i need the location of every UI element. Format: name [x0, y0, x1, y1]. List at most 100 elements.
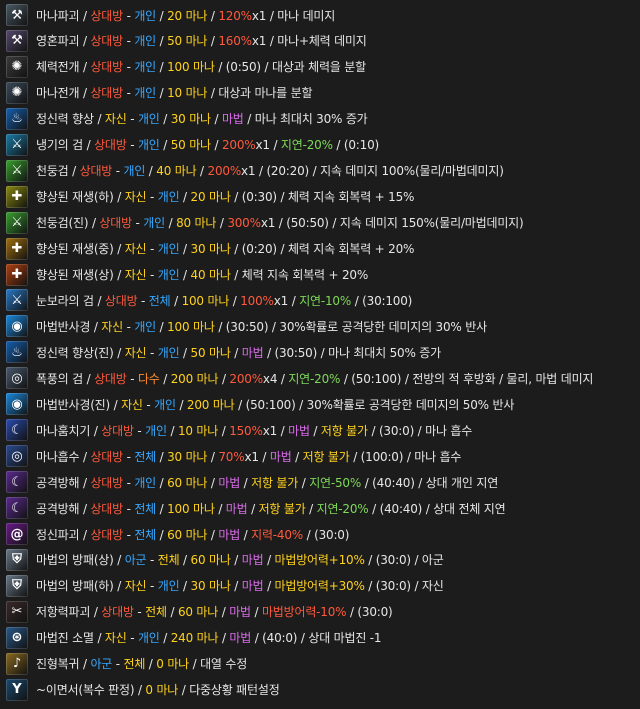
skill-row-mp-split[interactable]: ✺ 마나전개 / 상대방 - 개인 / 10 마나 / 대상과 마나를 분할: [0, 80, 640, 106]
skill-text-segment: 20 마나: [167, 8, 208, 23]
skill-row-cold-sword[interactable]: ⚔ 냉기의 검 / 상대방 - 개인 / 50 마나 / 200%x1 / 지연-…: [0, 132, 640, 158]
skill-text-segment: 마법반사경(진): [36, 397, 111, 412]
skill-row-blizzard-sword[interactable]: ⚔ 눈보라의 검 / 상대방 - 전체 / 100 마나 / 100%x1 / 지…: [0, 287, 640, 313]
skill-text-segment: 지연-20%: [280, 138, 333, 153]
skill-text-segment: /: [113, 345, 125, 360]
skill-text-segment: 200%: [221, 138, 256, 153]
skill-text-segment: /: [113, 190, 125, 205]
skill-row-storm-sword[interactable]: ◎ 폭풍의 검 / 상대방 - 다수 / 200 마나 / 200%x4 / 지연…: [0, 365, 640, 391]
skill-text-segment: x1: [241, 164, 256, 179]
skill-row-circle-dispel[interactable]: ⊛ 마법진 소멸 / 자신 - 개인 / 240 마나 / 마법 / (40:0)…: [0, 625, 640, 651]
skill-text-segment: /: [156, 8, 168, 23]
skill-text-segment: 저항 불가: [251, 475, 299, 490]
skill-text-segment: 전체: [134, 449, 157, 464]
skill-text-segment: 100 마나: [181, 293, 230, 308]
skill-text-segment: / (100:0) / 마나 흡수: [349, 449, 462, 464]
skill-text-segment: 상대방: [90, 34, 123, 49]
skill-text-segment: / (30:0) / 아군: [364, 553, 444, 568]
skill-row-hp-split[interactable]: ✺ 체력전개 / 상대방 - 개인 / 100 마나 / (0:50) / 대상과…: [0, 54, 640, 80]
skill-text-segment: /: [207, 449, 219, 464]
skill-text-segment: /: [156, 34, 168, 49]
skill-text-segment: 정신파괴: [36, 527, 80, 542]
skill-text-segment: -: [131, 216, 144, 231]
skill-text-segment: /: [79, 86, 91, 101]
skill-text-segment: /: [218, 605, 230, 620]
skill-row-mind-break[interactable]: @ 정신파괴 / 상대방 - 전체 / 60 마나 / 마법 / 지력-40% /…: [0, 521, 640, 547]
skill-text-segment: /: [309, 423, 321, 438]
skill-text-segment: 마법진 소멸: [36, 631, 94, 646]
skill-text-segment: x4: [262, 371, 278, 386]
skill-text-segment: -: [122, 319, 135, 334]
skill-text-segment: / (40:40) / 상대 개인 지연: [361, 475, 499, 490]
skill-text-segment: /: [258, 449, 270, 464]
skill-text-segment: /: [88, 216, 100, 231]
skill-description: 진형복귀 / 아군 - 전체 / 0 마나 / 대열 수정: [36, 655, 247, 672]
skill-text-segment: x1: [262, 423, 278, 438]
skill-row-spirit-up[interactable]: ♨ 정신력 향상 / 자신 - 개인 / 30 마나 / 마법 / 마나 최대치 …: [0, 106, 640, 132]
skill-text-segment: -: [137, 293, 149, 308]
skill-text-segment: 100 마나: [167, 501, 215, 516]
skill-row-magic-shield-low[interactable]: ⛨ 마법의 방패(하) / 자신 - 개인 / 30 마나 / 마법 / 마법방어…: [0, 573, 640, 599]
skill-text-segment: 마법의 방패(상): [36, 553, 114, 568]
skill-text-segment: 상대방: [94, 138, 127, 153]
skill-row-attack-block[interactable]: ☾ 공격방해 / 상대방 - 개인 / 60 마나 / 마법 / 저항 불가 / …: [0, 469, 640, 495]
skill-row-mana-absorb[interactable]: ◎ 마나흡수 / 상대방 - 전체 / 30 마나 / 70%x1 / 마법 / …: [0, 443, 640, 469]
skill-text-segment: 상대방: [79, 164, 113, 179]
skill-row-thunder-sword-true[interactable]: ⚔ 천둥검(진) / 상대방 - 개인 / 80 마나 / 300%x1 / (5…: [0, 210, 640, 236]
skill-row-magic-shield-high[interactable]: ⛨ 마법의 방패(상) / 아군 - 전체 / 60 마나 / 마법 / 마법방어…: [0, 547, 640, 573]
skill-description: 마법반사경(진) / 자신 - 개인 / 200 마나 / (50:100) /…: [36, 396, 514, 413]
skill-text-segment: /: [79, 475, 91, 490]
skill-text-segment: 상대방: [94, 371, 127, 386]
skill-text-segment: 개인: [134, 475, 157, 490]
skill-text-segment: 30 마나: [190, 242, 231, 257]
skill-description: 마나파괴 / 상대방 - 개인 / 20 마나 / 120%x1 / 마나 데미…: [36, 7, 335, 24]
skill-text-segment: 폭풍의 검: [36, 371, 83, 386]
skill-text-segment: 200 마나: [186, 397, 235, 412]
skill-row-regen-mid[interactable]: ✚ 향상된 재생(중) / 자신 - 개인 / 30 마나 / (0:20) / …: [0, 236, 640, 262]
skill-text-segment: /: [113, 553, 125, 568]
skill-text-segment: 전체: [148, 293, 171, 308]
skill-text-segment: 300%: [227, 216, 261, 231]
skill-row-mana-steal[interactable]: ☾ 마나훔치기 / 상대방 - 개인 / 10 마나 / 150%x1 / 마법 …: [0, 417, 640, 443]
skill-row-attack-block-all[interactable]: ☾ 공격방해 / 상대방 - 전체 / 100 마나 / 마법 / 저항 불가 /…: [0, 495, 640, 521]
skill-row-regen-low[interactable]: ✚ 향상된 재생(하) / 자신 - 개인 / 20 마나 / (0:30) / …: [0, 184, 640, 210]
skill-text-segment: 개인: [137, 138, 160, 153]
skill-text-segment: 상대방: [90, 501, 123, 516]
skill-description: 폭풍의 검 / 상대방 - 다수 / 200 마나 / 200%x4 / 지연-…: [36, 370, 593, 387]
skill-row-regen-high[interactable]: ✚ 향상된 재생(상) / 자신 - 개인 / 40 마나 / 체력 지속 회복력…: [0, 262, 640, 288]
skill-row-formation-recover[interactable]: ♪ 진형복귀 / 아군 - 전체 / 0 마나 / 대열 수정: [0, 651, 640, 677]
skill-text-segment: -: [122, 60, 135, 75]
skill-text-segment: 60 마나: [167, 475, 208, 490]
skill-text-segment: 개인: [157, 242, 180, 257]
vortex-icon: ◎: [6, 445, 28, 468]
skill-text-segment: /: [263, 579, 275, 594]
skill-text-segment: /: [156, 60, 168, 75]
skill-row-mana-break[interactable]: ⚒ 마나파괴 / 상대방 - 개인 / 20 마나 / 120%x1 / 마나 데…: [0, 2, 640, 28]
skill-text-segment: 160%: [218, 34, 252, 49]
skill-text-segment: 향상된 재생(하): [36, 190, 114, 205]
skill-text-segment: 200 마나: [170, 371, 219, 386]
skill-text-segment: 상대방: [90, 449, 123, 464]
skill-text-segment: /: [277, 423, 289, 438]
skill-row-while-doing[interactable]: Y ~이면서(복수 판정) / 0 마나 / 다중상황 패턴설정: [0, 677, 640, 703]
skill-row-thunder-sword[interactable]: ⚔ 천둥검 / 상대방 - 개인 / 40 마나 / 200%x1 / (20:2…: [0, 158, 640, 184]
skill-text-segment: 상대방: [101, 423, 134, 438]
skill-text-segment: /: [79, 527, 91, 542]
skill-text-segment: 천둥검: [36, 164, 69, 179]
skill-text-segment: /: [166, 605, 178, 620]
skill-row-spirit-up-true[interactable]: ♨ 정신력 향상(진) / 자신 - 개인 / 50 마나 / 마법 / (30:…: [0, 339, 640, 365]
skill-row-resist-break[interactable]: ✂ 저항력파괴 / 상대방 - 전체 / 60 마나 / 마법 / 마법방어력-1…: [0, 599, 640, 625]
rune-circle-icon: ⊛: [6, 626, 28, 649]
skill-row-magic-reflect[interactable]: ◉ 마법반사경 / 자신 - 개인 / 100 마나 / (30:50) / 30…: [0, 313, 640, 339]
skill-text-segment: 개인: [157, 345, 180, 360]
skill-text-segment: /: [170, 293, 182, 308]
skill-text-segment: /: [134, 683, 146, 698]
skill-text-segment: -: [122, 449, 135, 464]
skill-text-segment: / (30:0): [346, 605, 393, 620]
skill-text-segment: 저항력파괴: [36, 605, 91, 620]
skill-row-soul-break[interactable]: ⚒ 영혼파괴 / 상대방 - 개인 / 50 마나 / 160%x1 / 마나+체…: [0, 28, 640, 54]
skill-text-segment: 아군: [90, 657, 113, 672]
skill-text-segment: /: [93, 112, 105, 127]
skill-row-magic-reflect-true[interactable]: ◉ 마법반사경(진) / 자신 - 개인 / 200 마나 / (50:100) …: [0, 391, 640, 417]
skill-description: 천둥검(진) / 상대방 - 개인 / 80 마나 / 300%x1 / (50…: [36, 214, 524, 231]
